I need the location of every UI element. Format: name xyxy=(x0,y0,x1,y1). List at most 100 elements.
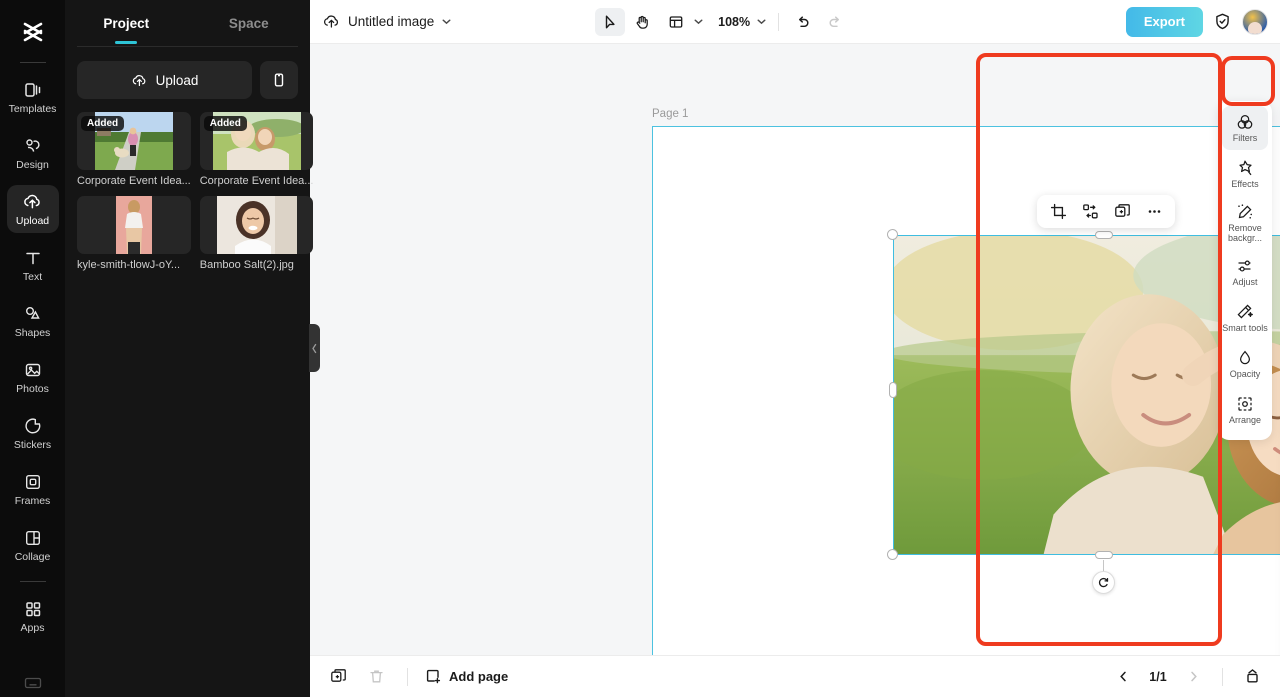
duplicate-page-button[interactable] xyxy=(324,664,352,690)
resize-handle-top-center[interactable] xyxy=(1095,231,1113,239)
cursor-arrow-icon xyxy=(602,14,618,30)
add-page-button[interactable]: Add page xyxy=(425,668,508,685)
prev-page-button[interactable] xyxy=(1109,664,1137,690)
bottom-divider-2 xyxy=(1222,667,1223,686)
upload-thumbnail[interactable] xyxy=(199,196,314,254)
sidebar-item-shapes[interactable]: Shapes xyxy=(7,297,59,345)
tab-space[interactable]: Space xyxy=(188,0,311,46)
upload-thumbnail[interactable]: Added xyxy=(77,112,191,170)
zoom-level: 108% xyxy=(718,14,751,29)
upload-item[interactable]: kyle-smith-tlowJ-oY... xyxy=(77,196,191,271)
zoom-control[interactable]: 108% xyxy=(716,15,769,29)
sidebar-item-photos[interactable]: Photos xyxy=(7,353,59,401)
upload-button-label: Upload xyxy=(155,72,199,88)
more-options-button[interactable] xyxy=(1140,199,1168,225)
upload-filename: Bamboo Salt(2).jpg xyxy=(199,259,294,271)
apps-grid-icon xyxy=(22,598,44,620)
undo-button[interactable] xyxy=(788,8,818,36)
tool-label: Filters xyxy=(1232,133,1258,144)
tool-label: Arrange xyxy=(1228,415,1262,426)
sidebar-item-frames[interactable]: Frames xyxy=(7,465,59,513)
select-tool-button[interactable] xyxy=(595,7,626,36)
tool-arrange[interactable]: Arrange xyxy=(1222,388,1268,432)
chevron-left-icon xyxy=(311,343,318,354)
capcut-logo-icon[interactable] xyxy=(13,12,53,52)
tool-effects[interactable]: Effects xyxy=(1222,152,1268,196)
sidebar-label: Design xyxy=(16,158,49,171)
pages-panel-button[interactable] xyxy=(1238,664,1266,690)
sidebar-item-collage[interactable]: Collage xyxy=(7,521,59,569)
sidebar-label: Shapes xyxy=(14,326,51,339)
panel-collapse-handle[interactable] xyxy=(309,324,320,372)
sidebar-item-text[interactable]: Text xyxy=(7,241,59,289)
element-float-toolbar xyxy=(1037,195,1175,228)
duplicate-button[interactable] xyxy=(1108,199,1136,225)
upload-thumbnail[interactable] xyxy=(77,196,191,254)
mobile-upload-button[interactable] xyxy=(260,61,298,99)
layout-tool-button[interactable] xyxy=(659,8,706,36)
crop-button[interactable] xyxy=(1044,199,1072,225)
upload-thumbnail[interactable]: Added xyxy=(199,112,314,170)
upload-row: Upload xyxy=(65,47,310,109)
tool-remove-background[interactable]: Remove backgr... xyxy=(1222,198,1268,248)
main-area: Untitled image 108% Export Page 1 Filter… xyxy=(310,0,1280,697)
rail-divider xyxy=(19,62,46,63)
uploads-grid: Added Corporate Event Idea... Added Corp… xyxy=(65,109,314,274)
tool-adjust[interactable]: Adjust xyxy=(1222,250,1268,294)
export-button[interactable]: Export xyxy=(1125,6,1203,37)
hand-tool-button[interactable] xyxy=(627,8,657,36)
tool-filters[interactable]: Filters xyxy=(1222,106,1268,150)
upload-item[interactable]: Added Corporate Event Idea... xyxy=(199,112,314,187)
replace-button[interactable] xyxy=(1076,199,1104,225)
panel-tabs: Project Space xyxy=(65,0,310,46)
duplicate-icon xyxy=(1114,203,1131,220)
collage-icon xyxy=(22,527,44,549)
adjust-sliders-icon xyxy=(1236,256,1255,275)
tool-opacity[interactable]: Opacity xyxy=(1222,342,1268,386)
canvas-area[interactable]: Page 1 Filters Effects Remove backgr... … xyxy=(310,44,1280,655)
resize-handle-bottom-left[interactable] xyxy=(887,549,898,560)
shield-check-icon[interactable] xyxy=(1213,12,1232,31)
page-navigation: 1/1 xyxy=(1109,664,1266,690)
tool-label: Adjust xyxy=(1232,277,1258,288)
keyboard-icon[interactable] xyxy=(23,675,43,691)
upload-filename: Corporate Event Idea... xyxy=(199,175,314,187)
text-icon xyxy=(22,247,44,269)
tool-label: Remove backgr... xyxy=(1227,223,1263,244)
tool-label: Smart tools xyxy=(1222,323,1268,334)
resize-handle-top-left[interactable] xyxy=(887,229,898,240)
capcut-editor-window: Templates Design Upload Text Shapes Phot… xyxy=(0,0,1280,697)
frames-icon xyxy=(22,471,44,493)
upload-item[interactable]: Added Corporate Event Idea... xyxy=(77,112,191,187)
left-nav-rail: Templates Design Upload Text Shapes Phot… xyxy=(0,0,65,697)
sidebar-item-upload[interactable]: Upload xyxy=(6,185,59,233)
upload-button[interactable]: Upload xyxy=(77,61,252,99)
avatar[interactable] xyxy=(1241,8,1268,35)
tool-smart-tools[interactable]: Smart tools xyxy=(1222,296,1268,340)
resize-handle-left-middle[interactable] xyxy=(889,382,897,398)
next-page-button[interactable] xyxy=(1179,664,1207,690)
resize-handle-bottom-center[interactable] xyxy=(1095,551,1113,559)
layout-panel-icon xyxy=(661,8,691,36)
tab-project[interactable]: Project xyxy=(65,0,188,46)
stickers-icon xyxy=(22,415,44,437)
delete-page-button[interactable] xyxy=(362,664,390,690)
upload-filename: kyle-smith-tlowJ-oY... xyxy=(77,259,181,271)
magic-wand-icon xyxy=(1236,302,1255,321)
sidebar-item-design[interactable]: Design xyxy=(7,129,59,177)
rotate-handle[interactable] xyxy=(1092,571,1115,594)
document-title[interactable]: Untitled image xyxy=(322,12,452,31)
redo-button[interactable] xyxy=(820,8,850,36)
sidebar-item-stickers[interactable]: Stickers xyxy=(7,409,59,457)
sidebar-item-apps[interactable]: Apps xyxy=(7,592,59,640)
thumbnail-image xyxy=(216,196,297,254)
mobile-device-icon xyxy=(271,72,287,88)
upload-item[interactable]: Bamboo Salt(2).jpg xyxy=(199,196,314,271)
artboard[interactable] xyxy=(652,126,1280,655)
templates-icon xyxy=(22,79,44,101)
chevron-down-icon[interactable] xyxy=(441,16,452,27)
trash-icon xyxy=(368,668,385,685)
top-right-actions: Export xyxy=(1125,6,1268,37)
rotate-icon xyxy=(1097,576,1110,589)
sidebar-item-templates[interactable]: Templates xyxy=(7,73,59,121)
